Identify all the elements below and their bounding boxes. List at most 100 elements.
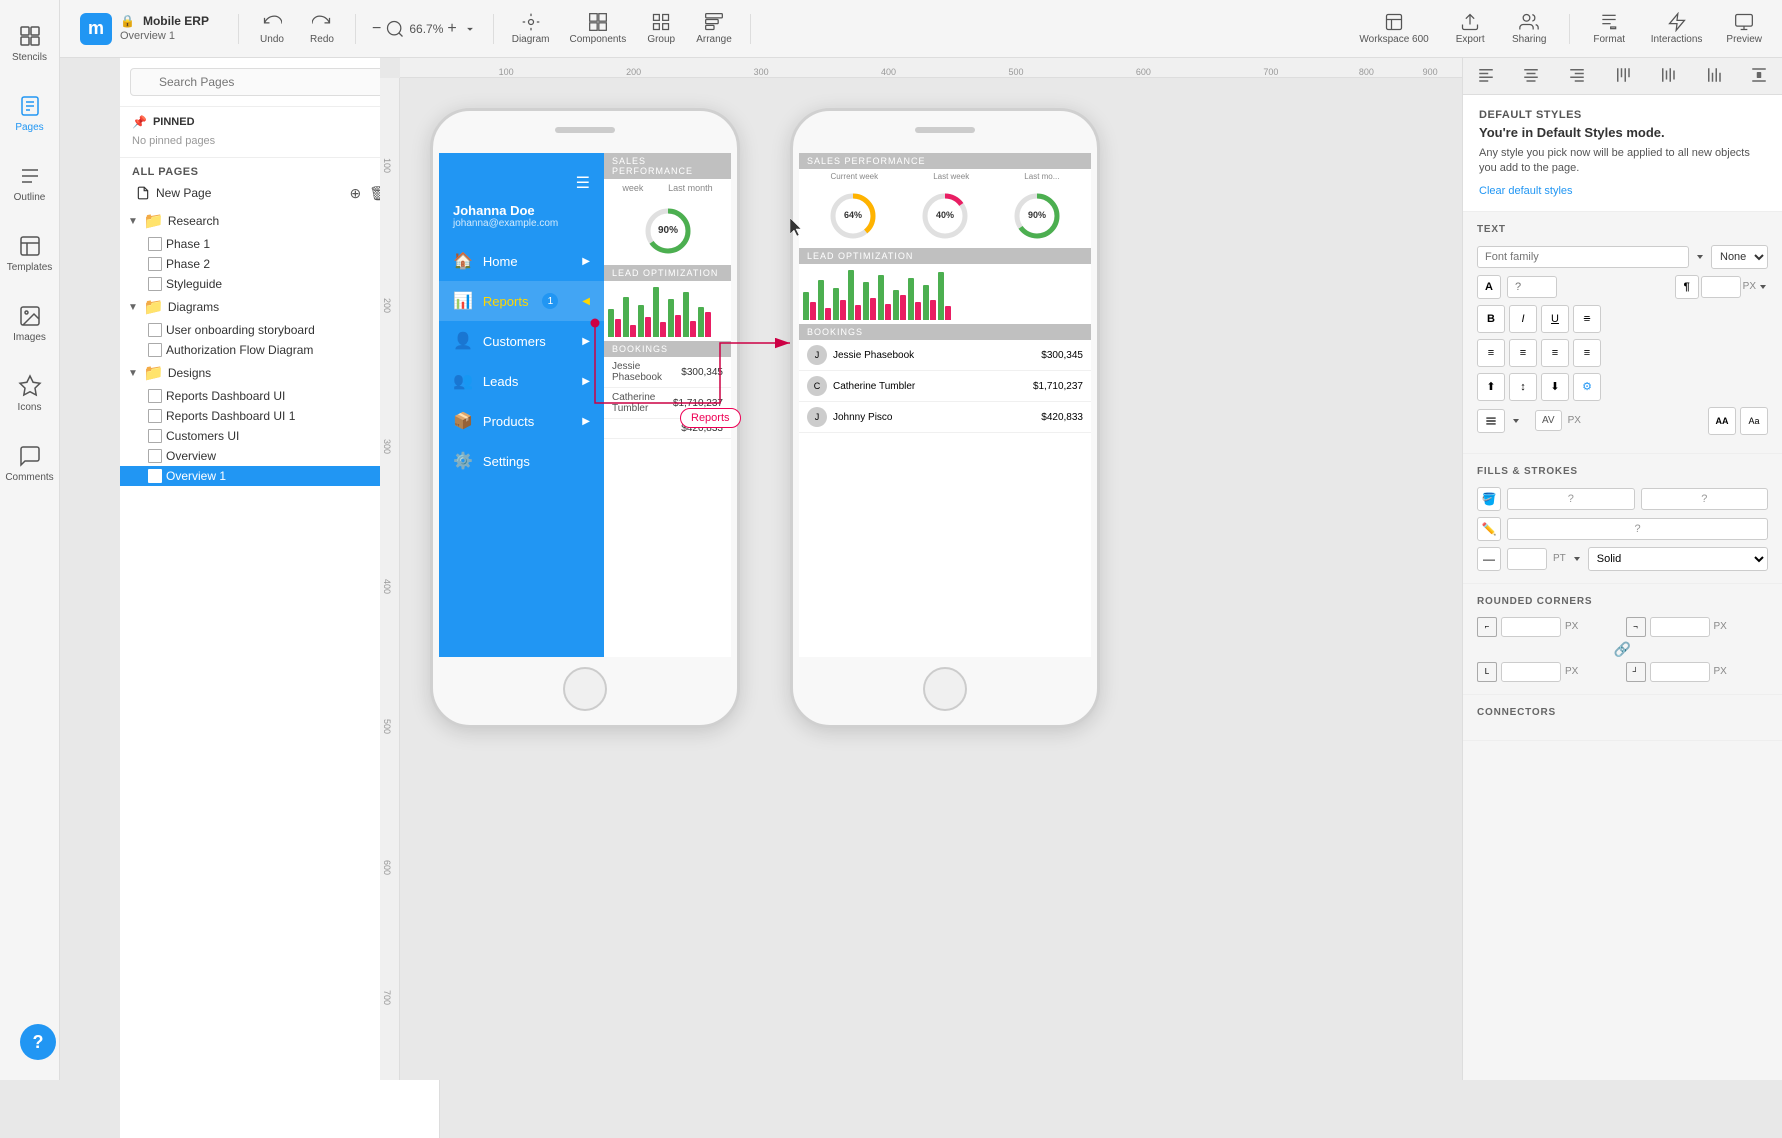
booking-name-2: Catherine Tumbler (612, 392, 673, 414)
align-center-text-button[interactable]: ≡ (1509, 339, 1537, 367)
page-label-phase1: Phase 1 (166, 237, 210, 251)
corner-tr-input[interactable] (1650, 617, 1710, 637)
preview-button[interactable]: Preview (1716, 8, 1772, 49)
font-size-input[interactable] (1507, 276, 1557, 298)
export-button[interactable]: Export (1443, 8, 1498, 49)
corner-bl-input[interactable] (1501, 662, 1561, 682)
fill-color-row: 🪣 ? ? (1477, 487, 1768, 511)
font-style-select[interactable]: None (1711, 245, 1768, 269)
text-align-row: ≡ ≡ ≡ ≡ (1477, 339, 1768, 367)
nav-products[interactable]: 📦 Products ▶ (439, 401, 604, 441)
workspace-button[interactable]: Workspace 600 (1349, 8, 1438, 49)
page-icon-phase1 (148, 237, 162, 251)
phone-right: SALES PERFORMANCE Current week Last week… (790, 108, 1100, 728)
corner-br-input[interactable] (1650, 662, 1710, 682)
valign-middle-button[interactable]: ↕ (1509, 373, 1537, 401)
font-family-input[interactable] (1477, 246, 1689, 268)
corner-br-icon: ┘ (1626, 662, 1646, 682)
stroke-color-value[interactable]: ? (1507, 518, 1768, 540)
svg-text:64%: 64% (844, 210, 862, 220)
phone-speaker-right (915, 127, 975, 133)
components-button[interactable]: Components (560, 8, 637, 49)
font-family-row: None (1477, 245, 1768, 269)
align-center-tab[interactable] (1509, 58, 1555, 94)
toolbar-divider-2 (355, 14, 356, 44)
nav-customers[interactable]: 👤 Customers ▶ (439, 321, 604, 361)
text-section-title: TEXT (1477, 224, 1768, 235)
align-left-tab[interactable] (1463, 58, 1509, 94)
clear-default-styles-link[interactable]: Clear default styles (1479, 185, 1766, 197)
font-spacing-input[interactable] (1701, 276, 1741, 298)
redo-button[interactable]: Redo (297, 8, 347, 49)
arrange-button[interactable]: Arrange (686, 8, 742, 49)
zoom-dropdown-icon[interactable] (463, 22, 477, 36)
nav-reports[interactable]: 📊 Reports 1 ◀ (439, 281, 604, 321)
page-icon-auth-flow (148, 343, 162, 357)
nav-customers-label: Customers (483, 334, 546, 349)
donut-chart-left: 90% (642, 205, 694, 257)
new-page-button[interactable]: New Page (128, 182, 345, 204)
align-top-vertical-tab[interactable] (1600, 58, 1646, 94)
strikethrough-button[interactable]: ≡ (1573, 305, 1601, 333)
sidebar-item-comments[interactable]: Comments (0, 428, 60, 498)
nav-home[interactable]: 🏠 Home ▶ (439, 241, 604, 281)
italic-button[interactable]: I (1509, 305, 1537, 333)
sidebar-item-outline[interactable]: Outline (0, 148, 60, 218)
align-justify-text-button[interactable]: ≡ (1573, 339, 1601, 367)
align-left-text-button[interactable]: ≡ (1477, 339, 1505, 367)
align-right-text-button[interactable]: ≡ (1541, 339, 1569, 367)
align-bottom-vertical-tab[interactable] (1691, 58, 1737, 94)
underline-button[interactable]: U (1541, 305, 1569, 333)
stroke-pt-input[interactable] (1507, 548, 1547, 570)
valign-bottom-button[interactable]: ⬇ (1541, 373, 1569, 401)
add-page-icon-button[interactable]: ⊕ (345, 183, 365, 204)
corner-tl-input[interactable] (1501, 617, 1561, 637)
folder-label-designs: Designs (168, 366, 211, 380)
text-section: TEXT None A ¶ PX B I U ≡ (1463, 212, 1782, 454)
sidebar-item-images[interactable]: Images (0, 288, 60, 358)
zoom-display: − 66.7% + (364, 15, 485, 43)
text-case-upper-button[interactable]: AA (1708, 407, 1736, 435)
folder-icon-designs: 📁 (144, 363, 164, 383)
sidebar-item-pages[interactable]: Pages (0, 78, 60, 148)
sidebar-item-stencils[interactable]: Stencils (0, 8, 60, 78)
group-button[interactable]: Group (636, 8, 686, 49)
zoom-icon (385, 19, 405, 39)
format-button[interactable]: Format (1582, 8, 1637, 49)
undo-button[interactable]: Undo (247, 8, 297, 49)
fill-color-value[interactable]: ? (1507, 488, 1635, 510)
chevron-diagrams: ▼ (128, 302, 138, 313)
nav-settings[interactable]: ⚙️ Settings (439, 441, 604, 481)
avatar-johnny: J (807, 407, 827, 427)
link-corners-icon[interactable]: 🔗 (1614, 641, 1631, 658)
av-label: AV (1542, 415, 1555, 426)
svg-text:90%: 90% (1028, 210, 1046, 220)
line-spacing-control (1477, 409, 1505, 433)
period-week: week (622, 183, 643, 193)
nav-leads[interactable]: 👥 Leads ▶ (439, 361, 604, 401)
valign-top-button[interactable]: ⬆ (1477, 373, 1505, 401)
help-button[interactable]: ? (20, 1024, 56, 1060)
redo-label: Redo (310, 34, 334, 45)
distribute-tab[interactable] (1736, 58, 1782, 94)
sharing-button[interactable]: Sharing (1502, 8, 1557, 49)
text-case-lower-button[interactable]: Aa (1740, 407, 1768, 435)
fill-opacity-value[interactable]: ? (1641, 488, 1769, 510)
align-middle-vertical-tab[interactable] (1645, 58, 1691, 94)
stroke-style-select[interactable]: Solid (1588, 547, 1768, 571)
text-settings-button[interactable]: ⚙ (1573, 373, 1601, 401)
sidebar-item-templates[interactable]: Templates (0, 218, 60, 288)
line-spacing-dropdown (1511, 416, 1521, 426)
align-right-tab[interactable] (1554, 58, 1600, 94)
bold-button[interactable]: B (1477, 305, 1505, 333)
interactions-button[interactable]: Interactions (1641, 8, 1713, 49)
diagram-button[interactable]: Diagram (502, 8, 560, 49)
sidebar-label-icons: Icons (18, 402, 42, 413)
zoom-minus[interactable]: − (372, 20, 381, 38)
booking-right-row-1: J Jessie Phasebook $300,345 (799, 340, 1091, 371)
sidebar-item-icons[interactable]: Icons (0, 358, 60, 428)
app-main-area: SALES PERFORMANCE week Last month 90% LE… (604, 153, 731, 657)
zoom-plus[interactable]: + (447, 20, 456, 38)
nav-home-arrow: ▶ (582, 256, 590, 267)
booking-row-1: Jessie Phasebook $300,345 (604, 357, 731, 388)
